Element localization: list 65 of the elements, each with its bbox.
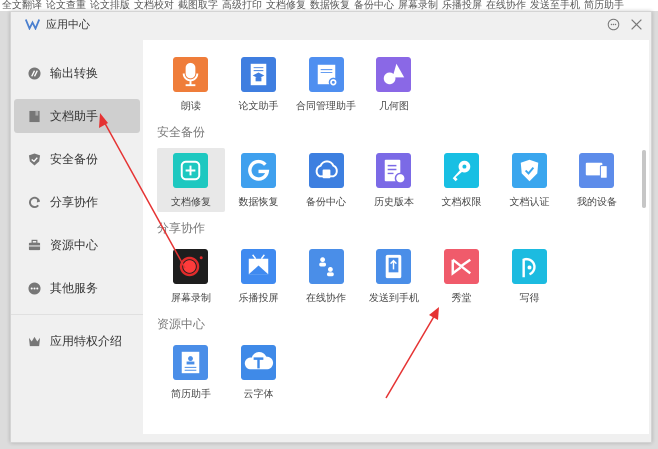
tv-icon: [241, 249, 276, 284]
app-tile[interactable]: 发送到手机: [360, 244, 428, 308]
loop-icon: [512, 249, 547, 284]
shapes-icon: [376, 57, 412, 92]
section-heading: 资源中心: [157, 316, 206, 333]
app-tile[interactable]: 在线协作: [292, 244, 360, 308]
people-icon: [308, 249, 344, 284]
app-tile[interactable]: 云字体: [224, 340, 292, 404]
chat-icon[interactable]: [607, 18, 620, 30]
cloud-icon: [308, 153, 344, 188]
shield-check-icon: [512, 153, 547, 188]
key-icon: [444, 153, 480, 188]
sidebar-item[interactable]: 分享协作: [14, 185, 140, 219]
bowtie-icon: [444, 249, 480, 284]
dots-icon: [28, 282, 41, 294]
app-tile[interactable]: 历史版本: [360, 148, 428, 212]
sidebar-item[interactable]: 安全备份: [14, 142, 140, 176]
microphone-icon: [173, 57, 208, 92]
app-tile[interactable]: 写得: [495, 244, 564, 308]
clipboard-clock-icon: [376, 153, 412, 188]
window-title: 应用中心: [46, 16, 90, 32]
toolbar-label: 乐播投屏: [442, 0, 482, 11]
document-icon: [308, 57, 344, 92]
app-tile[interactable]: 乐播投屏: [224, 244, 292, 308]
sidebar-item[interactable]: 其他服务: [14, 271, 140, 305]
section-heading: 安全备份: [157, 124, 206, 141]
app-tile[interactable]: 朗读: [157, 52, 225, 116]
book-icon: [28, 110, 41, 122]
plus-frame-icon: [173, 153, 208, 188]
cloud-letter-icon: [241, 345, 276, 380]
devices-icon: [579, 153, 614, 188]
sidebar-item[interactable]: 资源中心: [14, 228, 140, 262]
profile-card-icon: [173, 345, 208, 380]
app-tile[interactable]: 文档修复: [157, 148, 225, 212]
toolbar-label: 发送至手机: [530, 0, 580, 11]
app-tile[interactable]: 简历助手: [157, 340, 225, 404]
logo-icon: [25, 18, 40, 30]
briefcase-icon: [28, 238, 41, 252]
app-tile[interactable]: 备份中心: [292, 148, 360, 212]
graduation-document-icon: [241, 57, 276, 92]
toolbar-label: 数据恢复: [310, 0, 350, 11]
scrollbar-thumb[interactable]: [642, 150, 646, 208]
app-tile[interactable]: 论文助手: [224, 52, 292, 116]
privilege-intro-link[interactable]: 应用特权介绍: [14, 324, 140, 358]
cycle-icon: [28, 196, 41, 208]
toolbar-label: 简历助手: [584, 0, 624, 11]
slash-circle-icon: [28, 66, 41, 80]
app-tile[interactable]: 几何图: [360, 52, 428, 116]
toolbar-label: 在线协作: [486, 0, 526, 11]
sidebar-item[interactable]: 文档助手: [14, 99, 140, 133]
app-tile[interactable]: 屏幕录制: [157, 244, 225, 308]
toolbar-label: 屏幕录制: [398, 0, 438, 11]
app-tile[interactable]: 文档权限: [428, 148, 496, 212]
app-tile[interactable]: 我的设备: [563, 148, 631, 212]
close-icon[interactable]: [630, 18, 643, 30]
app-tile[interactable]: 秀堂: [428, 244, 496, 308]
record-icon: [173, 249, 208, 284]
shield-icon: [28, 152, 41, 166]
app-tile[interactable]: 文档认证: [495, 148, 564, 212]
phone-icon: [376, 249, 412, 284]
letter-g-icon: [241, 153, 276, 188]
crown-icon: [28, 334, 41, 348]
app-tile[interactable]: 合同管理助手: [292, 52, 360, 116]
sidebar-item[interactable]: 输出转换: [14, 56, 140, 90]
app-tile[interactable]: 数据恢复: [224, 148, 292, 212]
